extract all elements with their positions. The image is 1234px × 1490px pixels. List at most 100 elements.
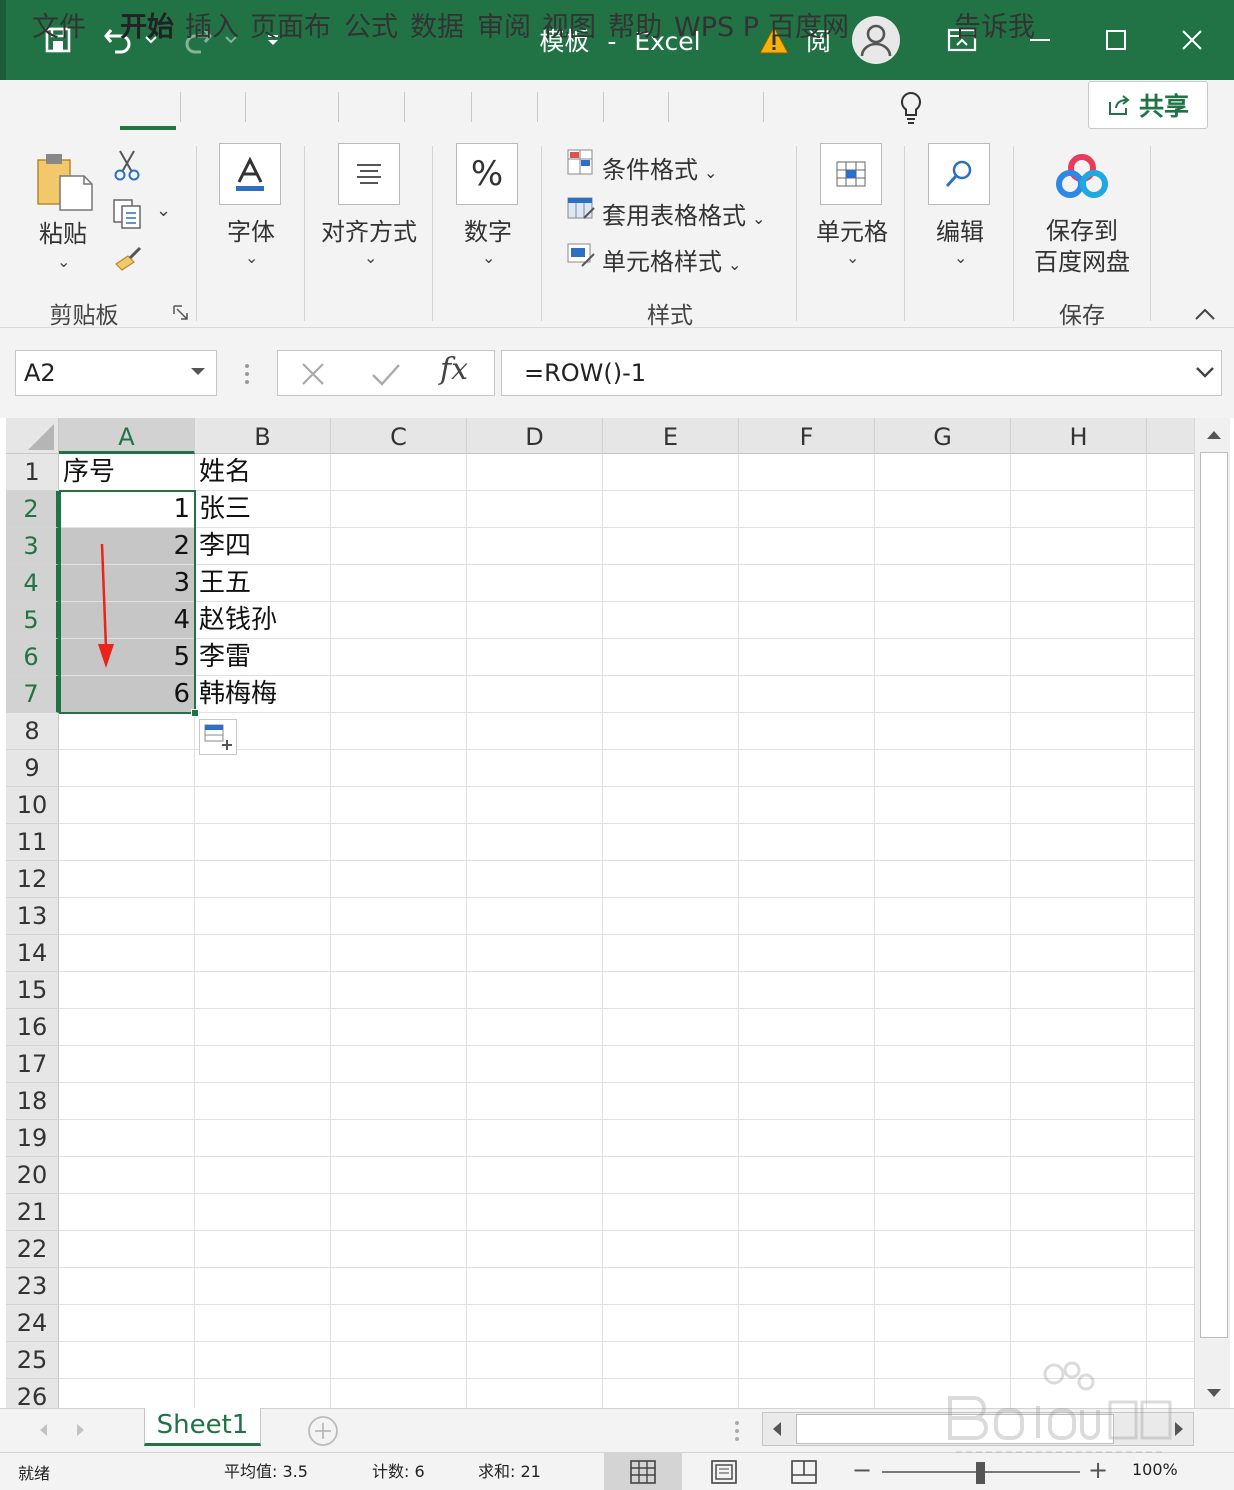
scroll-left-icon[interactable] (764, 1418, 790, 1440)
alignment-icon[interactable] (338, 143, 400, 205)
cell-f3[interactable] (739, 528, 875, 565)
cell-g11[interactable] (875, 824, 1011, 861)
cell-e18[interactable] (603, 1083, 739, 1120)
cell-b4[interactable]: 王五 (195, 565, 331, 602)
cell-e8[interactable] (603, 713, 739, 750)
cell-f9[interactable] (739, 750, 875, 787)
number-dropdown-icon[interactable]: ⌄ (482, 248, 495, 267)
cell-a17[interactable] (59, 1046, 195, 1083)
status-sum[interactable]: 求和: 21 (478, 1458, 541, 1482)
row-header-9[interactable]: 9 (6, 750, 59, 787)
editing-search-icon[interactable] (928, 143, 990, 205)
cell-c3[interactable] (331, 528, 467, 565)
cell-g20[interactable] (875, 1157, 1011, 1194)
cell-d16[interactable] (467, 1009, 603, 1046)
cell-e2[interactable] (603, 491, 739, 528)
column-header-e[interactable]: E (603, 418, 739, 454)
conditional-format-button[interactable]: 条件格式 ⌄ (602, 150, 717, 185)
row-header-13[interactable]: 13 (6, 898, 59, 935)
cell-i5[interactable] (1147, 602, 1194, 639)
tab-file[interactable]: 文件 (32, 8, 88, 48)
cell-a12[interactable] (59, 861, 195, 898)
cell-b7[interactable]: 韩梅梅 (195, 676, 331, 713)
add-sheet-icon[interactable] (306, 1414, 340, 1448)
cell-e21[interactable] (603, 1194, 739, 1231)
cell-c2[interactable] (331, 491, 467, 528)
scroll-up-icon[interactable] (1200, 422, 1228, 448)
row-header-25[interactable]: 25 (6, 1342, 59, 1379)
cell-b3[interactable]: 李四 (195, 528, 331, 565)
user-avatar[interactable] (852, 16, 900, 64)
tab-data[interactable]: 数据 (410, 8, 468, 48)
enter-formula-icon[interactable] (370, 360, 402, 388)
editing-label[interactable]: 编辑 (926, 212, 994, 247)
cell-a1[interactable]: 序号 (59, 454, 195, 491)
cell-a13[interactable] (59, 898, 195, 935)
row-header-12[interactable]: 12 (6, 861, 59, 898)
zoom-in-icon[interactable]: + (1088, 1456, 1108, 1484)
cell-d17[interactable] (467, 1046, 603, 1083)
cell-a10[interactable] (59, 787, 195, 824)
font-icon[interactable] (219, 143, 281, 205)
cell-h14[interactable] (1011, 935, 1147, 972)
cell-c11[interactable] (331, 824, 467, 861)
cell-c18[interactable] (331, 1083, 467, 1120)
cell-e22[interactable] (603, 1231, 739, 1268)
cell-a21[interactable] (59, 1194, 195, 1231)
cell-a8[interactable] (59, 713, 195, 750)
cell-d21[interactable] (467, 1194, 603, 1231)
cell-i23[interactable] (1147, 1268, 1194, 1305)
cell-d15[interactable] (467, 972, 603, 1009)
cell-g17[interactable] (875, 1046, 1011, 1083)
cell-e6[interactable] (603, 639, 739, 676)
cell-b23[interactable] (195, 1268, 331, 1305)
cell-a5[interactable]: 4 (59, 602, 195, 639)
cell-i15[interactable] (1147, 972, 1194, 1009)
cell-b14[interactable] (195, 935, 331, 972)
cell-b1[interactable]: 姓名 (195, 454, 331, 491)
row-header-8[interactable]: 8 (6, 713, 59, 750)
cell-f17[interactable] (739, 1046, 875, 1083)
cell-i3[interactable] (1147, 528, 1194, 565)
row-header-19[interactable]: 19 (6, 1120, 59, 1157)
autofill-options-icon[interactable] (199, 719, 237, 755)
cell-c12[interactable] (331, 861, 467, 898)
cell-h22[interactable] (1011, 1231, 1147, 1268)
cell-g24[interactable] (875, 1305, 1011, 1342)
cell-c16[interactable] (331, 1009, 467, 1046)
cell-a2[interactable]: 1 (59, 491, 195, 528)
cell-b22[interactable] (195, 1231, 331, 1268)
font-dropdown-icon[interactable]: ⌄ (245, 248, 258, 267)
cell-e12[interactable] (603, 861, 739, 898)
cell-h11[interactable] (1011, 824, 1147, 861)
cell-d7[interactable] (467, 676, 603, 713)
cell-c21[interactable] (331, 1194, 467, 1231)
cell-e10[interactable] (603, 787, 739, 824)
expand-formula-bar-icon[interactable] (1194, 362, 1216, 382)
cell-i13[interactable] (1147, 898, 1194, 935)
cell-f7[interactable] (739, 676, 875, 713)
cell-h23[interactable] (1011, 1268, 1147, 1305)
copy-dropdown-icon[interactable]: ⌄ (156, 200, 171, 221)
cell-h16[interactable] (1011, 1009, 1147, 1046)
cell-d23[interactable] (467, 1268, 603, 1305)
clipboard-launcher-icon[interactable] (172, 304, 190, 322)
row-header-5[interactable]: 5 (6, 602, 59, 639)
font-label[interactable]: 字体 (212, 212, 290, 247)
tab-split-handle[interactable] (732, 1418, 742, 1444)
cell-f13[interactable] (739, 898, 875, 935)
cell-style-button[interactable]: 单元格样式 ⌄ (602, 242, 741, 277)
cell-d3[interactable] (467, 528, 603, 565)
collapse-ribbon-icon[interactable] (1192, 304, 1218, 324)
cell-f20[interactable] (739, 1157, 875, 1194)
cell-d14[interactable] (467, 935, 603, 972)
cell-a14[interactable] (59, 935, 195, 972)
cell-a6[interactable]: 5 (59, 639, 195, 676)
cells-icon[interactable] (820, 143, 882, 205)
row-header-3[interactable]: 3 (6, 528, 59, 565)
cells-dropdown-icon[interactable]: ⌄ (846, 248, 859, 267)
tab-view[interactable]: 视图 (542, 8, 600, 48)
cell-h10[interactable] (1011, 787, 1147, 824)
row-header-24[interactable]: 24 (6, 1305, 59, 1342)
cell-b21[interactable] (195, 1194, 331, 1231)
